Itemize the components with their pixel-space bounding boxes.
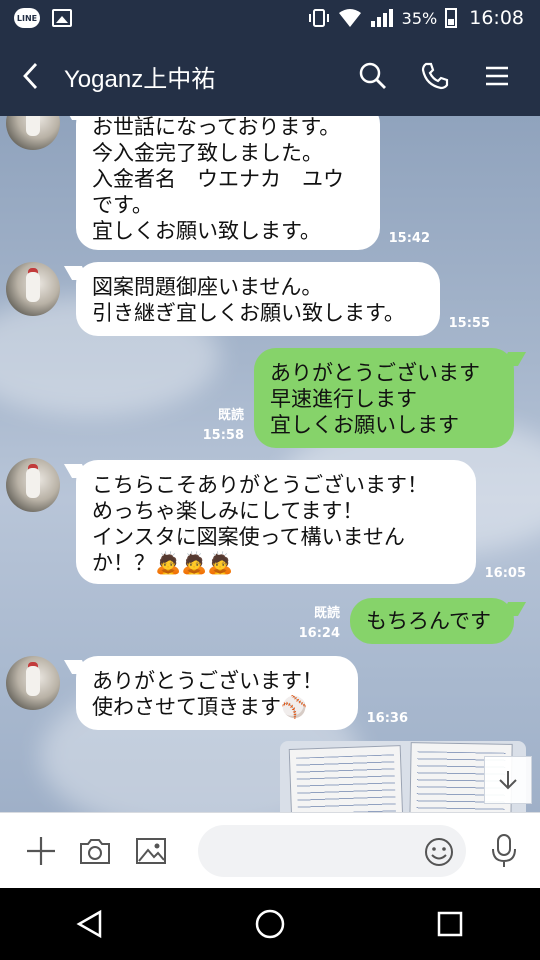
image-icon	[136, 838, 166, 864]
search-button[interactable]	[346, 49, 400, 103]
read-receipt: 既読	[313, 606, 340, 621]
avatar[interactable]	[6, 656, 60, 710]
nav-back-button[interactable]	[54, 894, 126, 954]
nav-home-button[interactable]	[234, 894, 306, 954]
battery-icon	[445, 8, 458, 28]
call-button[interactable]	[408, 49, 462, 103]
phone-icon	[421, 62, 449, 90]
circle-home-icon	[255, 909, 285, 939]
square-recents-icon	[437, 911, 463, 937]
gallery-notification-icon	[52, 9, 72, 27]
avatar[interactable]	[6, 458, 60, 512]
outgoing-message[interactable]: ありがとうございます 早速進行します 宜しくお願いします	[254, 348, 514, 448]
arrow-down-icon	[499, 771, 517, 790]
back-button[interactable]	[6, 36, 56, 116]
emoji-icon	[425, 838, 453, 866]
chat-title: Yoganz上中祐	[64, 65, 216, 93]
camera-icon	[80, 839, 110, 864]
camera-button[interactable]	[68, 824, 122, 878]
triangle-back-icon	[76, 909, 102, 939]
line-app-icon: LINE	[14, 8, 40, 28]
chat-header: Yoganz上中祐	[0, 36, 540, 116]
image-button[interactable]	[124, 824, 178, 878]
incoming-message[interactable]: お世話になっております。 今入金完了致しました。 入金者名 ウエナカ ユウ です…	[76, 116, 380, 250]
message-time: 15:58	[202, 428, 244, 443]
message-time: 16:05	[484, 566, 526, 581]
message-time: 16:36	[366, 711, 408, 726]
avatar[interactable]	[6, 116, 60, 150]
scroll-to-bottom-button[interactable]	[484, 756, 532, 804]
menu-button[interactable]	[470, 49, 524, 103]
nav-recents-button[interactable]	[414, 894, 486, 954]
incoming-message[interactable]: 図案問題御座いません。 引き継ぎ宜しくお願い致します。	[76, 262, 440, 336]
read-receipt: 既読	[217, 408, 244, 423]
voice-button[interactable]	[480, 827, 528, 875]
message-time: 16:24	[298, 626, 340, 641]
chat-area[interactable]: お世話になっております。 今入金完了致しました。 入金者名 ウエナカ ユウ です…	[0, 116, 540, 812]
clock: 16:08	[469, 7, 524, 29]
message-input-bar	[0, 812, 540, 889]
incoming-message[interactable]: ありがとうございます！ 使わさせて頂きます⚾	[76, 656, 358, 730]
wifi-icon	[338, 9, 361, 27]
signal-icon	[370, 9, 393, 27]
message-time: 15:55	[448, 316, 490, 331]
system-nav-bar	[0, 888, 540, 960]
status-bar: LINE 35% 16:08	[0, 0, 540, 36]
emoji-button[interactable]	[420, 833, 458, 871]
message-time: 15:42	[388, 231, 430, 246]
vibrate-icon	[308, 9, 329, 27]
chevron-left-icon	[23, 63, 38, 89]
incoming-message[interactable]: こちらこそありがとうございます！ めっちゃ楽しみにしてます！ インスタに図案使っ…	[76, 460, 476, 584]
microphone-icon	[492, 834, 516, 867]
battery-percent: 35%	[401, 8, 438, 28]
add-button[interactable]	[14, 824, 68, 878]
menu-icon	[486, 66, 508, 86]
outgoing-message[interactable]: もちろんです	[350, 598, 514, 644]
search-icon	[359, 62, 386, 89]
avatar[interactable]	[6, 262, 60, 316]
plus-icon	[27, 837, 55, 865]
